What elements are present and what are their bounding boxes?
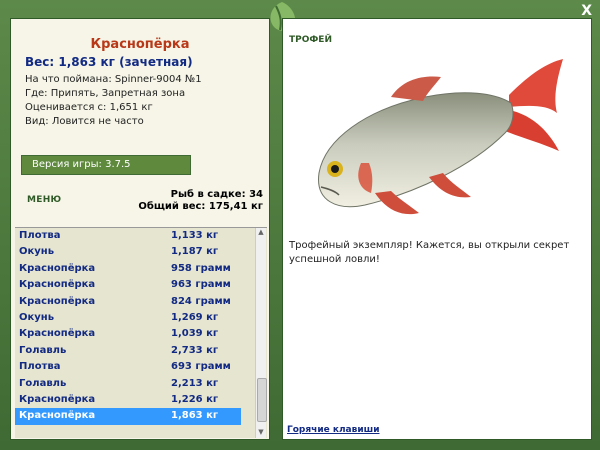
scrollbar[interactable]: ▲ ▼ xyxy=(255,228,267,438)
catch-list-item[interactable]: Краснопёрка 824 грамм xyxy=(15,294,267,310)
catch-fish-name: Краснопёрка xyxy=(19,410,96,422)
catch-list-item[interactable]: Голавль 2,213 кг xyxy=(15,376,267,392)
catch-fish-name: Краснопёрка xyxy=(19,279,96,291)
catch-fish-weight: 2,733 кг xyxy=(171,344,219,356)
info-location: Где: Припять, Запретная зона xyxy=(25,88,186,99)
close-button[interactable]: X xyxy=(581,3,592,19)
catch-fish-name: Плотва xyxy=(19,230,61,241)
right-panel: ТРОФЕЙ Трофейный экземпляр! Кажется, вы … xyxy=(282,18,592,440)
catch-fish-name: Краснопёрка xyxy=(19,328,96,340)
catch-fish-weight: 1,226 кг xyxy=(171,393,219,405)
scroll-up-icon[interactable]: ▲ xyxy=(256,228,266,238)
catch-fish-name: Краснопёрка xyxy=(19,295,96,307)
catch-fish-name: Плотва xyxy=(19,361,61,373)
catch-list-item[interactable]: Окунь 1,187 кг xyxy=(15,244,267,260)
game-version: Версия игры: 3.7.5 xyxy=(21,155,191,175)
catch-list[interactable]: Плотва 1,133 кг Окунь 1,187 кг Краснопёрка 95… xyxy=(15,227,267,438)
menu-button[interactable]: МЕНЮ xyxy=(27,195,61,205)
catch-fish-name: Окунь xyxy=(19,311,55,323)
catch-list-item[interactable]: Плотва 1,133 кг xyxy=(15,228,267,244)
catch-fish-name: Окунь xyxy=(19,246,55,258)
catch-fish-weight: 2,213 кг xyxy=(171,377,219,389)
catch-list-item[interactable]: Голавль 2,733 кг xyxy=(15,343,267,359)
catch-list-item[interactable]: Плотва 693 грамм xyxy=(15,359,267,375)
catch-fish-weight: 824 грамм xyxy=(171,295,231,307)
catch-fish-name: Голавль xyxy=(19,377,67,389)
catch-fish-name: Краснопёрка xyxy=(19,262,96,274)
catch-fish-name: Краснопёрка xyxy=(19,393,96,405)
catch-list-item[interactable]: Краснопёрка 963 грамм xyxy=(15,277,267,293)
total-weight: Общий вес: 175,41 кг xyxy=(138,201,263,212)
catch-fish-weight: 1,039 кг xyxy=(171,328,219,340)
scroll-thumb[interactable] xyxy=(257,378,267,422)
catch-list-item[interactable]: Краснопёрка 1,039 кг xyxy=(15,326,267,342)
catch-fish-weight: 958 грамм xyxy=(171,262,231,274)
catch-fish-weight: 963 грамм xyxy=(171,279,231,291)
catch-list-item[interactable]: Окунь 1,269 кг xyxy=(15,310,267,326)
scroll-down-icon[interactable]: ▼ xyxy=(256,428,266,438)
catch-fish-weight: 1,269 кг xyxy=(171,311,219,323)
catch-list-item[interactable]: Краснопёрка 1,863 кг xyxy=(15,408,241,425)
left-panel: Краснопёрка Вес: 1,863 кг (зачетная) На … xyxy=(10,18,270,440)
fish-count: Рыб в садке: 34 xyxy=(170,189,263,200)
fish-info: На что поймана: Spinner-9004 №1 Где: При… xyxy=(25,73,202,129)
rudd-fish-image xyxy=(318,59,563,215)
info-bait: На что поймана: Spinner-9004 №1 xyxy=(25,74,202,85)
hotkeys-link[interactable]: Горячие клавиши xyxy=(287,425,380,435)
catch-list-item[interactable]: Краснопёрка 958 грамм xyxy=(15,261,267,277)
catch-list-item[interactable]: Краснопёрка 1,226 кг xyxy=(15,392,267,408)
trophy-description: Трофейный экземпляр! Кажется, вы открыли… xyxy=(289,240,570,265)
catch-stats: Рыб в садке: 34 Общий вес: 175,41 кг xyxy=(138,189,263,213)
info-rarity: Вид: Ловится не часто xyxy=(25,116,144,127)
catch-fish-name: Голавль xyxy=(19,344,67,356)
catch-fish-weight: 1,133 кг xyxy=(171,230,219,241)
catch-fish-weight: 1,863 кг xyxy=(171,410,219,422)
info-threshold: Оценивается с: 1,651 кг xyxy=(25,102,153,113)
catch-fish-weight: 1,187 кг xyxy=(171,246,219,258)
fish-title: Краснопёрка xyxy=(90,37,190,52)
catch-fish-weight: 693 грамм xyxy=(171,361,231,373)
fish-weight: Вес: 1,863 кг (зачетная) xyxy=(25,55,193,69)
